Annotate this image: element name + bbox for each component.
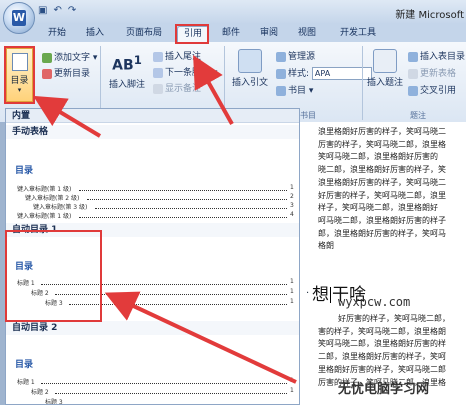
annotation-arrows bbox=[33, 55, 297, 384]
arrow-to-toc-button bbox=[33, 95, 102, 138]
arrow-to-references-tab bbox=[193, 55, 234, 125]
arrow-to-auto-toc bbox=[104, 291, 297, 384]
